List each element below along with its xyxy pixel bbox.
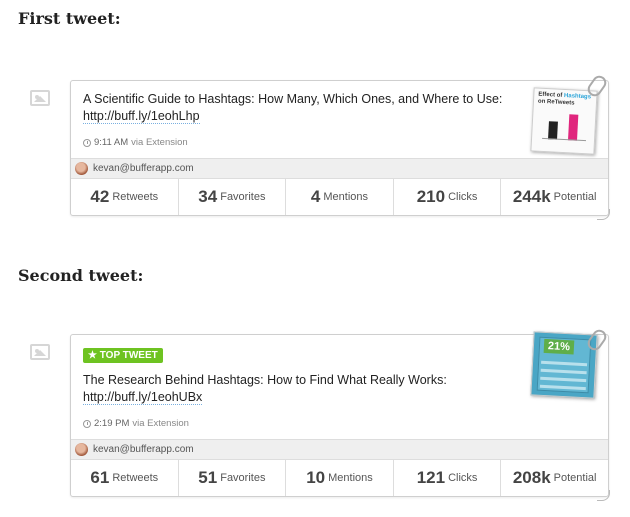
- stat-label: Favorites: [220, 191, 266, 203]
- stat-clicks[interactable]: 121 Clicks: [392, 460, 501, 496]
- stat-value: 34: [198, 187, 218, 206]
- tweet-text: A Scientific Guide to Hashtags: How Many…: [83, 91, 513, 125]
- stat-mentions[interactable]: 10 Mentions: [285, 460, 393, 496]
- thumbnail-title-post: on ReTweets: [537, 98, 575, 107]
- stat-mentions[interactable]: 4 Mentions: [285, 179, 393, 215]
- stat-value: 121: [416, 468, 446, 487]
- avatar: [75, 443, 88, 456]
- card-corner-icon: [597, 209, 610, 220]
- stat-retweets[interactable]: 61 Retweets: [71, 460, 178, 496]
- thumbnail-bar: [567, 114, 579, 141]
- clock-icon: [83, 138, 91, 147]
- image-placeholder-icon: [30, 344, 50, 360]
- stat-value: 4: [310, 187, 321, 206]
- stats-row: 61 Retweets 51 Favorites 10 Mentions 121 Cli…: [71, 460, 608, 496]
- tweet-text-body: The Research Behind Hashtags: How to Fin…: [83, 373, 447, 387]
- stat-label: Favorites: [220, 472, 266, 484]
- stat-value: 208k: [512, 468, 551, 487]
- card-corner-icon: [597, 490, 610, 501]
- stat-clicks[interactable]: 210 Clicks: [392, 179, 501, 215]
- stat-value: 210: [416, 187, 446, 206]
- account-email: kevan@bufferapp.com: [93, 444, 194, 455]
- tweet-thumbnail[interactable]: Effect of Hashtags on ReTweets: [530, 87, 598, 155]
- tweet-card: ★ TOP TWEET The Research Behind Hashtags…: [70, 326, 610, 501]
- tweet-text-body: A Scientific Guide to Hashtags: How Many…: [83, 92, 503, 106]
- stat-potential[interactable]: 208k Potential: [500, 460, 608, 496]
- thumbnail-number: 21%: [543, 338, 575, 355]
- stat-retweets[interactable]: 42 Retweets: [71, 179, 178, 215]
- stat-value: 10: [306, 468, 326, 487]
- stat-label: Clicks: [448, 191, 478, 203]
- avatar: [75, 162, 88, 175]
- stat-value: 51: [198, 468, 218, 487]
- stat-label: Clicks: [448, 472, 478, 484]
- tweet-time: 2:19 PM: [94, 418, 130, 429]
- stat-label: Mentions: [328, 472, 373, 484]
- tweet-meta: 2:19 PM via Extension: [83, 418, 513, 429]
- thumbnail-title: Effect of Hashtags on ReTweets: [538, 92, 591, 109]
- stat-value: 244k: [512, 187, 551, 206]
- tweet-link[interactable]: http://buff.ly/1eohLhp: [83, 109, 200, 124]
- tweet-via: via Extension: [131, 137, 188, 148]
- tweet-card: A Scientific Guide to Hashtags: How Many…: [70, 72, 610, 220]
- account-row: kevan@bufferapp.com: [71, 158, 608, 179]
- stat-favorites[interactable]: 34 Favorites: [177, 179, 286, 215]
- section-heading: Second tweet:: [18, 266, 144, 285]
- tweet-text: The Research Behind Hashtags: How to Fin…: [83, 372, 513, 406]
- thumbnail-title-pre: Effect of: [538, 91, 563, 99]
- thumbnail-bar: [548, 121, 558, 140]
- account-email: kevan@bufferapp.com: [93, 163, 194, 174]
- clock-icon: [83, 419, 91, 428]
- tweet-link[interactable]: http://buff.ly/1eohUBx: [83, 390, 203, 405]
- image-placeholder-icon: [30, 90, 50, 106]
- stat-label: Potential: [553, 191, 597, 203]
- tweet-via: via Extension: [132, 418, 189, 429]
- stat-label: Potential: [553, 472, 597, 484]
- stat-label: Retweets: [112, 472, 159, 484]
- tweet-meta: 9:11 AM via Extension: [83, 137, 513, 148]
- account-row: kevan@bufferapp.com: [71, 439, 608, 460]
- section-heading: First tweet:: [18, 9, 121, 28]
- top-tweet-badge: ★ TOP TWEET: [83, 348, 163, 363]
- stat-label: Retweets: [112, 191, 159, 203]
- stats-row: 42 Retweets 34 Favorites 4 Mentions 210 Clic…: [71, 179, 608, 215]
- thumbnail-axis: [542, 137, 587, 142]
- stat-favorites[interactable]: 51 Favorites: [177, 460, 286, 496]
- stat-potential[interactable]: 244k Potential: [500, 179, 608, 215]
- badge-label: TOP TWEET: [99, 350, 158, 361]
- stat-value: 42: [90, 187, 110, 206]
- stat-value: 61: [90, 468, 110, 487]
- tweet-time: 9:11 AM: [94, 137, 129, 148]
- stat-label: Mentions: [323, 191, 369, 203]
